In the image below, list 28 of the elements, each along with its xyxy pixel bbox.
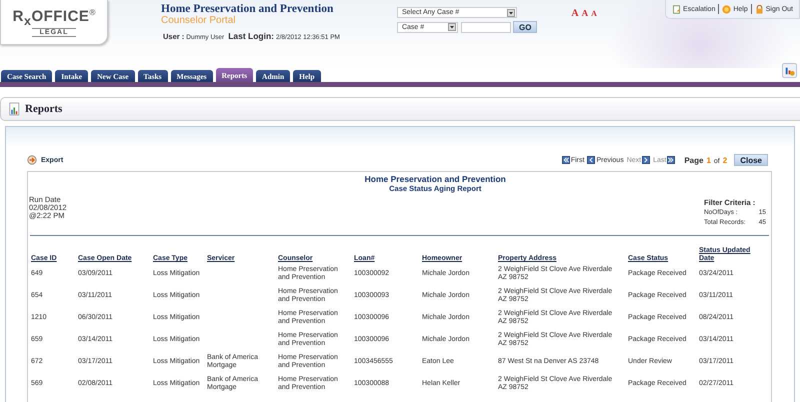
page-label: Page: [684, 156, 704, 164]
dropdown-icon: [448, 23, 456, 31]
current-page: 1: [706, 156, 711, 164]
back-arrow-icon: [587, 156, 596, 164]
registered-mark: ®: [89, 8, 96, 16]
close-button[interactable]: Close: [734, 154, 768, 166]
total-pages: 2: [722, 156, 728, 164]
logo-wordmark: R$_{x}$OFFICE: [12, 8, 90, 28]
report-chart-icon: [9, 102, 21, 116]
font-size-button[interactable]: A: [582, 8, 588, 18]
font-size-button[interactable]: A: [591, 9, 597, 18]
case-number-input[interactable]: [460, 22, 511, 32]
document-icon: [672, 4, 682, 14]
forward-arrow-icon: [667, 156, 676, 164]
app-title: Home Preservation and Prevention: [161, 3, 334, 15]
dropdown-icon: [506, 8, 515, 16]
back-arrow-icon: [562, 156, 570, 164]
help-icon: [722, 4, 732, 14]
forward-arrow-icon: [642, 156, 650, 164]
font-size-button[interactable]: A: [571, 8, 579, 19]
export-icon: [27, 155, 37, 165]
last-login-label: Last Login:: [228, 31, 274, 41]
report-title: Home Preservation and Prevention: [364, 174, 506, 184]
page-title: Reports: [25, 103, 62, 115]
go-button[interactable]: GO: [512, 21, 538, 33]
portal-subtitle: Counselor Portal: [161, 15, 236, 26]
lock-icon: [754, 4, 764, 14]
chart-icon[interactable]: [782, 63, 797, 78]
